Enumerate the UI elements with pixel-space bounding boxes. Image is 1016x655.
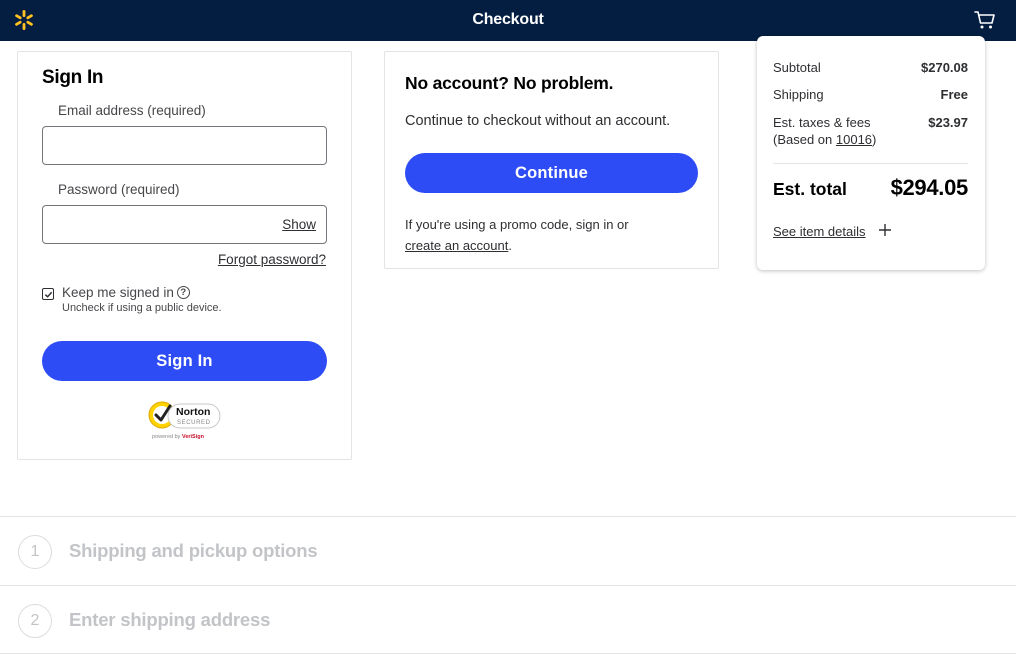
order-summary-card: Subtotal $270.08 Shipping Free Est. taxe… <box>757 36 985 270</box>
email-field[interactable] <box>43 127 326 164</box>
svg-text:SECURED: SECURED <box>177 420 211 426</box>
norton-secured-logo: Norton SECURED powered by VeriSign <box>148 401 221 440</box>
svg-text:Norton: Norton <box>176 406 210 418</box>
keep-signed-in-label[interactable]: Keep me signed in <box>62 285 174 300</box>
checkout-step-shipping-options: 1 Shipping and pickup options <box>0 516 1016 585</box>
zip-code-link[interactable]: 10016 <box>836 132 872 147</box>
subtotal-value: $270.08 <box>921 60 968 75</box>
top-bar: Checkout <box>0 0 1016 41</box>
guest-checkout-card: No account? No problem. Continue to chec… <box>384 51 719 269</box>
taxes-based-suffix: ) <box>872 132 877 147</box>
step-number: 1 <box>18 535 52 569</box>
signin-card: Sign In Email address (required) Passwor… <box>17 51 352 460</box>
taxes-label: Est. taxes & fees <box>773 115 871 130</box>
step-title: Enter shipping address <box>69 609 271 630</box>
create-account-link[interactable]: create an account <box>405 238 508 253</box>
shipping-value: Free <box>940 87 968 102</box>
keep-signed-in-checkbox[interactable] <box>42 288 54 300</box>
guest-heading: No account? No problem. <box>405 73 614 93</box>
keep-signed-in-row: Keep me signed in? <box>62 285 190 300</box>
est-total-label: Est. total <box>773 179 847 199</box>
cart-icon[interactable] <box>974 10 996 30</box>
taxes-based-prefix: (Based on <box>773 132 833 147</box>
email-field-wrapper <box>42 126 327 165</box>
shipping-label: Shipping <box>773 87 824 102</box>
show-password-button[interactable]: Show <box>282 217 316 232</box>
password-label: Password (required) <box>58 182 180 197</box>
email-label: Email address (required) <box>58 103 206 118</box>
signin-heading: Sign In <box>42 67 104 88</box>
taxes-value: $23.97 <box>928 115 968 130</box>
svg-text:powered by VeriSign: powered by VeriSign <box>152 434 205 440</box>
checkmark-icon <box>44 291 52 298</box>
promo-period: . <box>508 238 512 253</box>
uncheck-hint: Uncheck if using a public device. <box>62 302 222 314</box>
promo-message: If you're using a promo code, sign in or <box>405 217 629 232</box>
shipping-row: Shipping Free <box>773 87 968 102</box>
guest-subtitle: Continue to checkout without an account. <box>405 113 671 129</box>
see-item-details-link[interactable]: See item details <box>773 224 866 239</box>
taxes-row: Est. taxes & fees (Based on 10016) $23.9… <box>773 114 968 148</box>
forgot-password-link[interactable]: Forgot password? <box>218 252 326 267</box>
password-field-wrapper: Show <box>42 205 327 244</box>
subtotal-label: Subtotal <box>773 60 821 75</box>
continue-button[interactable]: Continue <box>405 153 698 193</box>
help-icon[interactable]: ? <box>176 286 190 299</box>
sign-in-button[interactable]: Sign In <box>42 341 327 381</box>
step-title: Shipping and pickup options <box>69 540 318 561</box>
step-number: 2 <box>18 604 52 638</box>
summary-divider <box>773 163 968 164</box>
est-total-value: $294.05 <box>890 175 969 200</box>
plus-icon[interactable] <box>877 222 893 238</box>
checkout-step-shipping-address: 2 Enter shipping address <box>0 585 1016 654</box>
page-title: Checkout <box>472 11 544 28</box>
subtotal-row: Subtotal $270.08 <box>773 60 968 75</box>
promo-text: If you're using a promo code, sign in or… <box>405 214 629 256</box>
